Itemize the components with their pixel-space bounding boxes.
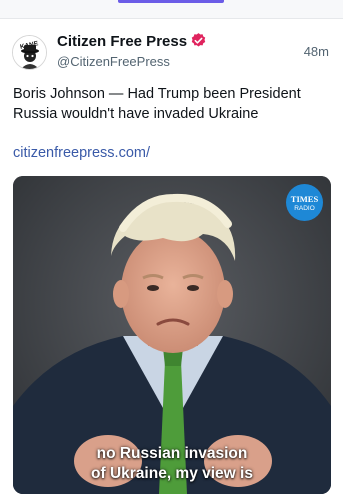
post-media-video[interactable]: TIMES RADIO no Russian invasion of Ukrai… [13, 176, 331, 494]
logo-line-1: TIMES [290, 194, 319, 204]
post-text: Boris Johnson — Had Trump been President… [13, 86, 301, 122]
verified-badge-icon [191, 33, 206, 47]
active-tab-indicator [118, 0, 224, 3]
post-card[interactable]: KANE Citizen Free Press @CitizenFreePres… [0, 19, 343, 500]
logo-line-2: RADIO [294, 205, 315, 212]
post-link[interactable]: citizenfreepress.com/ [13, 144, 150, 162]
caption-line-2: of Ukraine, my view is [91, 465, 253, 482]
avatar[interactable]: KANE [12, 35, 47, 70]
caption-line-1: no Russian invasion [96, 445, 248, 462]
author-handle[interactable]: @CitizenFreePress [57, 54, 170, 70]
top-bar [0, 0, 343, 19]
video-caption: no Russian invasion of Ukraine, my view … [13, 444, 331, 484]
times-radio-logo: TIMES RADIO [286, 184, 323, 221]
avatar-image: KANE [13, 36, 46, 69]
author-name[interactable]: Citizen Free Press [57, 33, 187, 51]
post-timestamp[interactable]: 48m [304, 44, 329, 60]
